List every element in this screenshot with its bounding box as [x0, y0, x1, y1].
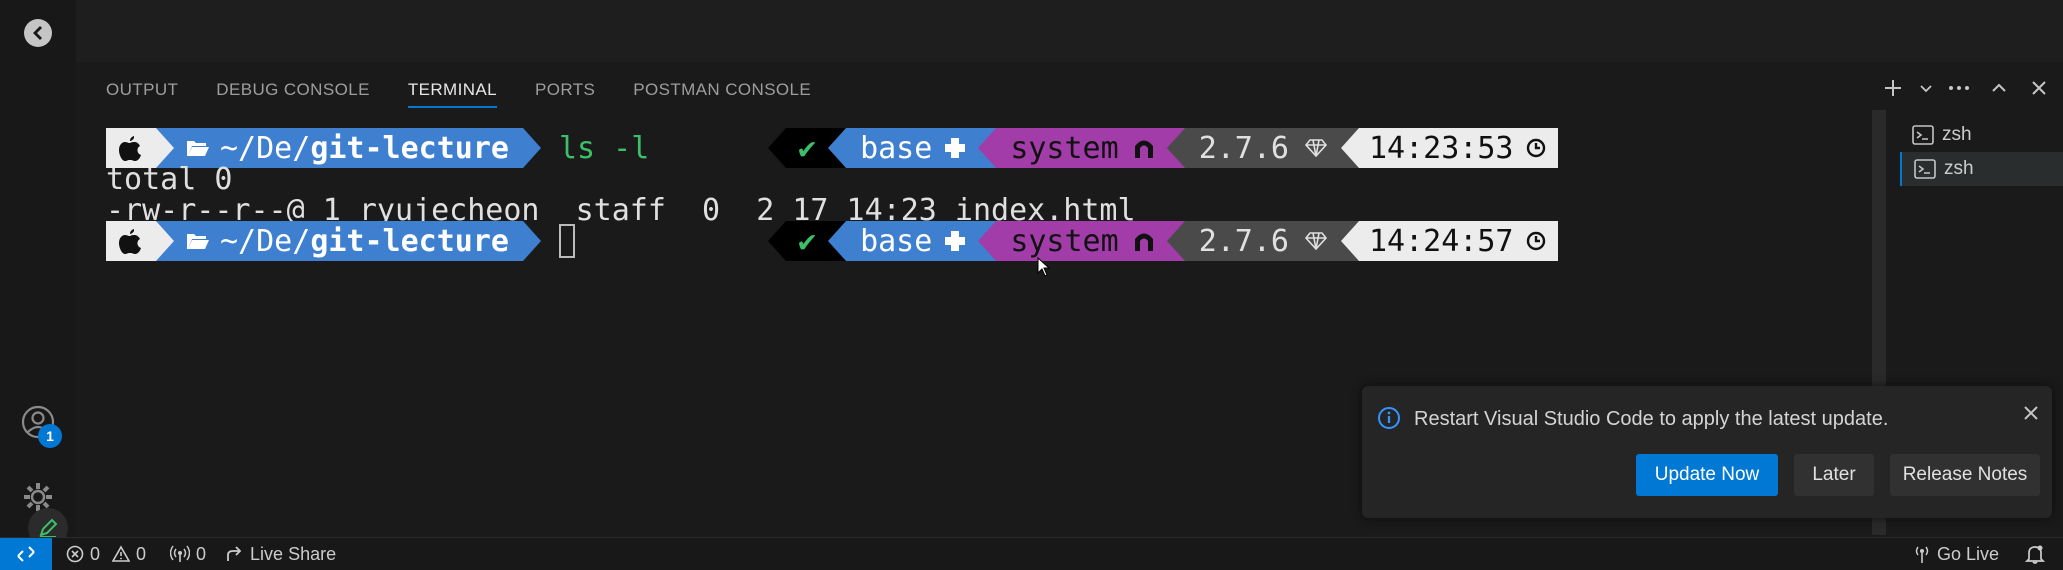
tab-ports[interactable]: PORTS [516, 78, 614, 110]
update-notification: Restart Visual Studio Code to apply the … [1362, 386, 2052, 518]
prompt-dir: git-lecture [310, 130, 509, 166]
notifications-bell-icon[interactable] [2025, 544, 2045, 564]
ruby-env: system [996, 128, 1167, 168]
remote-icon [17, 546, 35, 562]
new-terminal-plus-icon[interactable] [1877, 72, 1909, 104]
ruby-version: 2.7.6 [1184, 221, 1341, 261]
more-actions-icon[interactable] [1943, 72, 1975, 104]
prompt-path: ~/De/git-lecture [174, 221, 523, 261]
apple-icon [106, 221, 156, 261]
ruby-version-label: 2.7.6 [1198, 130, 1289, 166]
ports-status[interactable]: 0 [170, 544, 206, 565]
ports-count: 0 [196, 543, 207, 564]
right-prompt: ✔ base system 2.7.6 14:24:57 [768, 221, 1558, 261]
prompt-path-prefix: ~/De/ [220, 130, 311, 166]
update-now-button[interactable]: Update Now [1636, 454, 1778, 496]
prompt-time-label: 14:23:53 [1369, 130, 1514, 166]
terminal-session-item[interactable]: zsh [1900, 152, 2063, 186]
close-icon[interactable] [2022, 404, 2040, 422]
conda-env: base [846, 221, 979, 261]
right-prompt: ✔ base system 2.7.6 14:23:53 [768, 128, 1558, 168]
terminal-session-item[interactable]: zsh [1900, 118, 2063, 152]
tab-debug-console[interactable]: DEBUG CONSOLE [197, 78, 389, 110]
prompt-time: 14:23:53 [1359, 128, 1558, 168]
live-share-arrow-icon [227, 546, 242, 561]
conda-env-label: base [860, 130, 933, 166]
clock-icon [1526, 138, 1545, 158]
broadcast-tower-icon [1915, 546, 1929, 563]
prompt-path-prefix: ~/De/ [220, 223, 311, 259]
python-cross-icon [945, 231, 966, 251]
go-live-button[interactable]: Go Live [1913, 544, 1999, 565]
prompt-time-label: 14:24:57 [1369, 223, 1514, 259]
ruby-env-label: system [1010, 130, 1119, 166]
arch-icon [1134, 140, 1153, 158]
terminal-session-label: zsh [1944, 158, 1974, 179]
terminal-session-label: zsh [1942, 124, 1972, 145]
error-count: 0 [90, 543, 101, 564]
later-button[interactable]: Later [1794, 454, 1874, 496]
status-bar: 0 0 0 Live Share Go Live [0, 537, 2063, 570]
conda-env-label: base [860, 223, 933, 259]
tab-terminal[interactable]: TERMINAL [389, 78, 516, 110]
ruby-version: 2.7.6 [1184, 128, 1341, 168]
mouse-pointer-icon [1037, 257, 1051, 277]
live-share-button[interactable]: Live Share [226, 544, 336, 565]
arch-icon [1134, 233, 1153, 251]
editor-area [76, 0, 2063, 62]
chevron-down-icon[interactable] [1917, 72, 1935, 104]
close-panel-icon[interactable] [2023, 72, 2055, 104]
tab-output[interactable]: OUTPUT [106, 78, 197, 110]
warning-count: 0 [136, 543, 147, 564]
clock-icon [1526, 231, 1545, 251]
activity-bar: 1 [0, 0, 76, 548]
notification-message: Restart Visual Studio Code to apply the … [1414, 408, 1889, 430]
terminal-cursor [559, 224, 575, 258]
maximize-panel-chevron-up-icon[interactable] [1983, 72, 2015, 104]
release-notes-button[interactable]: Release Notes [1890, 454, 2040, 496]
broadcast-icon [170, 545, 191, 562]
warning-icon [112, 545, 131, 562]
gear-icon[interactable] [0, 480, 76, 514]
problems-status[interactable]: 0 0 [66, 544, 146, 565]
ruby-env-label: system [1010, 223, 1119, 259]
go-live-label: Go Live [1936, 543, 1999, 564]
gem-icon [1305, 232, 1327, 250]
folder-open-icon [187, 141, 209, 156]
accounts-badge: 1 [38, 424, 62, 448]
info-icon [1378, 407, 1400, 429]
panel-tabs: OUTPUT DEBUG CONSOLE TERMINAL PORTS POST… [106, 78, 830, 110]
gem-icon [1305, 139, 1327, 157]
conda-env: base [846, 128, 979, 168]
prompt-line: ~/De/git-lecture [106, 221, 575, 261]
remote-indicator-button[interactable] [0, 537, 52, 570]
terminal-session-list: zsh zsh [1900, 118, 2063, 186]
ruby-version-label: 2.7.6 [1198, 223, 1289, 259]
live-share-label: Live Share [250, 543, 337, 564]
prompt-time: 14:24:57 [1359, 221, 1558, 261]
folder-open-icon [187, 234, 209, 249]
ruby-env: system [996, 221, 1167, 261]
terminal-icon [1912, 125, 1934, 145]
prompt-dir: git-lecture [310, 223, 509, 259]
tab-postman-console[interactable]: POSTMAN CONSOLE [614, 78, 830, 110]
command-text: ls -l [559, 130, 650, 166]
status-check: ✔ [786, 221, 829, 261]
error-icon [66, 545, 84, 563]
panel-actions [1877, 72, 2063, 104]
terminal-icon [1914, 159, 1936, 179]
remote-explorer-logo-icon[interactable] [0, 18, 76, 48]
status-check: ✔ [786, 128, 829, 168]
python-cross-icon [945, 138, 966, 158]
